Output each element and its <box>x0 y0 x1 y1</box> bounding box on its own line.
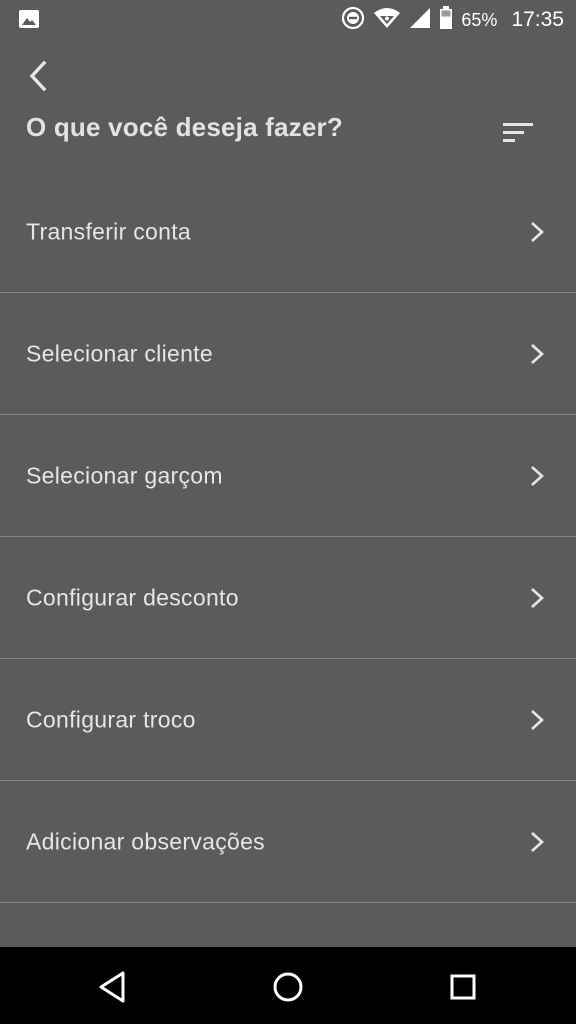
chevron-left-icon <box>29 60 47 92</box>
nav-home-icon <box>273 972 303 1002</box>
menu-item-adicionar-observacoes[interactable]: Adicionar observações <box>0 781 576 903</box>
chevron-right-icon <box>531 343 544 364</box>
chevron-right-icon <box>531 221 544 242</box>
status-icons: 65% 17:35 <box>341 5 564 35</box>
wifi-icon <box>373 7 401 34</box>
menu-item-configurar-desconto[interactable]: Configurar desconto <box>0 537 576 659</box>
clock: 17:35 <box>511 8 564 31</box>
nav-home-button[interactable] <box>266 965 310 1009</box>
back-button[interactable] <box>20 56 56 96</box>
menu-item-label: Selecionar garçom <box>26 462 223 488</box>
battery-icon <box>439 5 453 35</box>
battery-percent: 65% <box>461 9 498 30</box>
menu-item-configurar-troco[interactable]: Configurar troco <box>0 659 576 781</box>
chevron-right-icon <box>531 465 544 486</box>
menu-item-label: Transferir conta <box>26 218 192 244</box>
page-title: O que você deseja fazer? <box>26 112 343 142</box>
menu-item-label: Configurar desconto <box>26 584 239 610</box>
chevron-right-icon <box>531 587 544 608</box>
navigation-bar <box>0 947 576 1024</box>
menu-item-selecionar-cliente[interactable]: Selecionar cliente <box>0 293 576 415</box>
menu-item-label: Selecionar cliente <box>26 340 213 366</box>
status-bar: 65% 17:35 <box>0 0 576 40</box>
nav-recent-apps-button[interactable] <box>441 965 485 1009</box>
menu-item-label: Configurar troco <box>26 706 196 732</box>
screen: 65% 17:35 O que você deseja fazer? Trans… <box>0 0 576 1024</box>
signal-icon <box>409 7 431 34</box>
nav-back-icon <box>99 971 125 1003</box>
action-list: Transferir conta Selecionar cliente Sele… <box>0 171 576 903</box>
do-not-disturb-icon <box>341 6 365 35</box>
menu-item-label: Adicionar observações <box>26 828 265 854</box>
menu-item-selecionar-garcom[interactable]: Selecionar garçom <box>0 415 576 537</box>
nav-recent-apps-icon <box>450 974 476 1000</box>
chevron-right-icon <box>531 831 544 852</box>
nav-back-button[interactable] <box>90 965 134 1009</box>
sort-icon <box>503 123 533 142</box>
sort-button[interactable] <box>500 118 536 148</box>
menu-item-transferir-conta[interactable]: Transferir conta <box>0 171 576 293</box>
image-icon <box>18 9 40 29</box>
chevron-right-icon <box>531 709 544 730</box>
